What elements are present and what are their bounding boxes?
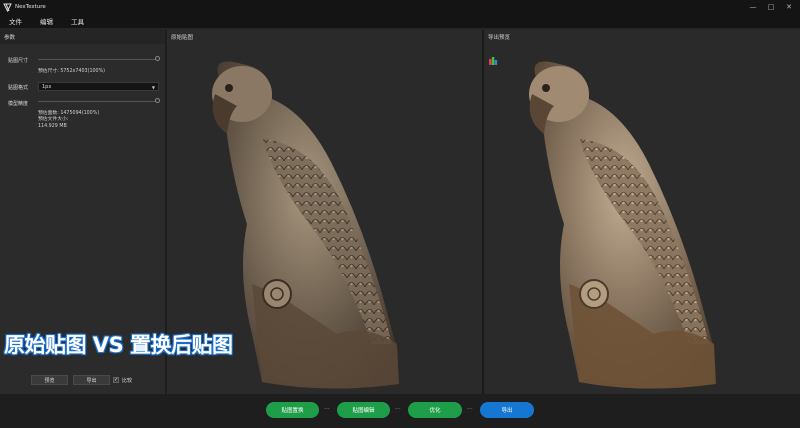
texture-size-slider[interactable] [38,59,157,60]
step-export-button[interactable]: 导出 [480,402,534,418]
export-preview-view[interactable]: 导出预览 [484,30,800,394]
texture-size-slider-knob[interactable] [154,56,160,61]
workflow-connector: ··· [395,406,401,413]
compare-checkbox[interactable]: ✓ [113,377,119,383]
texture-size-label: 贴图尺寸 [8,58,29,64]
minimize-button[interactable]: — [745,0,761,14]
export-view-header: 导出预览 [488,35,511,41]
close-button[interactable]: ✕ [781,0,797,14]
title-bar: NexTexture — □ ✕ [0,0,800,14]
file-size-value: 114.929 MB [38,124,67,129]
model-precision-slider-knob[interactable] [154,98,160,103]
texture-format-value: 1px [42,83,52,90]
color-channels-icon[interactable] [488,51,498,65]
comparison-caption: 原始贴图 VS 置换后贴图 [4,333,233,357]
app-title: NexTexture [15,4,46,10]
model-precision-label: 模型精度 [8,101,29,107]
texture-format-label: 贴图格式 [8,85,29,91]
export-small-button[interactable]: 导出 [73,375,110,385]
step-texture-displacement-button[interactable]: 贴图置换 [266,402,319,418]
model-precision-slider[interactable] [38,101,157,102]
app-logo-icon [3,3,12,12]
params-panel-header: 参数 [0,30,165,44]
menu-file[interactable]: 文件 [0,16,31,26]
texture-format-select[interactable]: 1px ▼ [38,82,159,91]
maximize-button[interactable]: □ [763,0,779,14]
compare-checkbox-label: 比较 [122,378,133,384]
menu-edit[interactable]: 编辑 [31,16,62,26]
chevron-down-icon: ▼ [151,85,155,90]
workflow-connector: ··· [324,406,330,413]
check-icon: ✓ [114,377,119,383]
step-texture-edit-button[interactable]: 贴图编辑 [337,402,390,418]
workflow-bar: 贴图置换 ··· 贴图编辑 ··· 优化 ··· 导出 [0,394,800,428]
original-view-header: 原始贴图 [171,35,194,41]
file-size-label: 预估文件大小: [38,117,69,122]
menu-tools[interactable]: 工具 [62,16,93,26]
bird-model-export[interactable] [484,44,800,394]
preview-button[interactable]: 预览 [31,375,68,385]
texture-size-info: 预估尺寸: 5752x7403(100%) [38,69,106,74]
model-faces-info: 预估面数: 1475094(100%) [38,111,100,116]
step-optimize-button[interactable]: 优化 [408,402,462,418]
menu-bar: 文件 编辑 工具 [0,14,800,28]
workflow-connector: ··· [467,406,473,413]
